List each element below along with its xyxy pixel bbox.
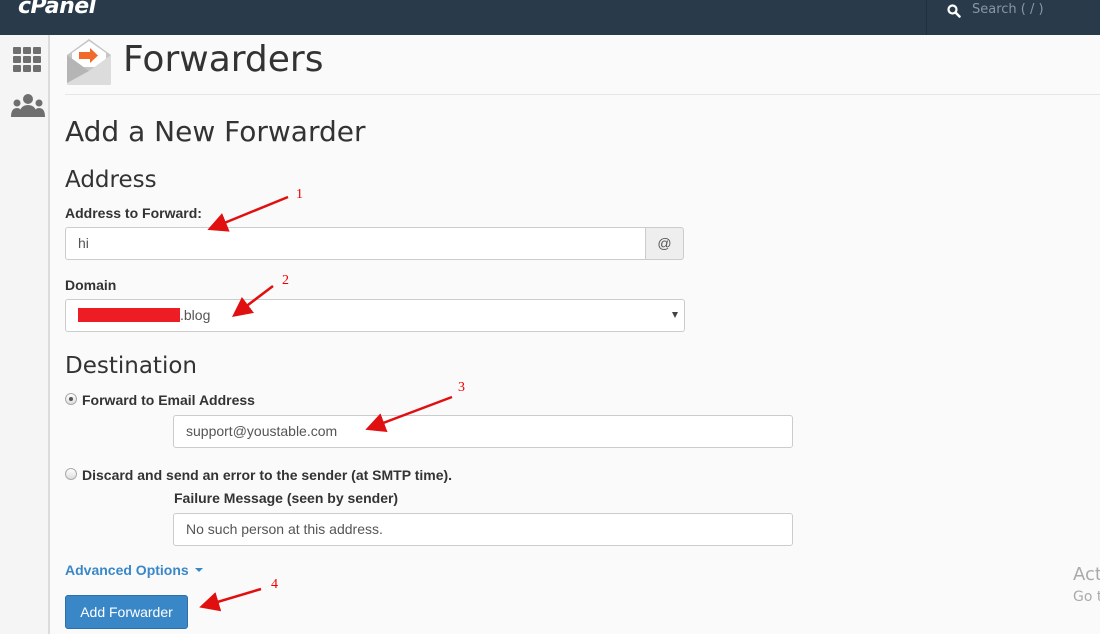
sidebar xyxy=(0,35,50,634)
domain-select[interactable]: .blog xyxy=(65,299,685,332)
failure-message-label: Failure Message (seen by sender) xyxy=(174,490,399,506)
address-to-forward-label: Address to Forward: xyxy=(65,205,202,221)
cpanel-logo[interactable]: cPanel xyxy=(18,0,96,19)
annotation-number-1: 1 xyxy=(296,187,303,202)
discard-option-label[interactable]: Discard and send an error to the sender … xyxy=(82,467,452,483)
caret-down-icon xyxy=(194,568,203,572)
annotation-number-4: 4 xyxy=(271,577,278,592)
grid-icon[interactable] xyxy=(12,46,42,72)
failure-message-input[interactable]: No such person at this address. xyxy=(173,513,793,546)
domain-label: Domain xyxy=(65,277,117,293)
windows-activation-watermark-subtitle: Go t xyxy=(1073,589,1100,605)
dropdown-caret-icon xyxy=(672,312,678,318)
at-sign-addon: @ xyxy=(645,227,684,260)
domain-value-suffix: .blog xyxy=(180,307,211,323)
annotation-number-3: 3 xyxy=(458,380,465,395)
address-to-forward-value: hi xyxy=(78,235,89,251)
top-bar: cPanel Search ( / ) xyxy=(0,0,1100,35)
add-forwarder-button[interactable]: Add Forwarder xyxy=(65,595,188,629)
windows-activation-watermark-title: Act xyxy=(1073,564,1100,585)
failure-message-value: No such person at this address. xyxy=(186,521,383,537)
discard-radio[interactable] xyxy=(65,468,77,480)
forward-to-email-label[interactable]: Forward to Email Address xyxy=(82,392,255,408)
annotation-number-2: 2 xyxy=(282,273,289,288)
forward-email-input[interactable]: support@youstable.com xyxy=(173,415,793,448)
users-icon[interactable] xyxy=(10,93,46,119)
forward-email-value: support@youstable.com xyxy=(186,423,338,439)
address-to-forward-input[interactable]: hi xyxy=(65,227,646,260)
page-title: Forwarders xyxy=(123,39,324,80)
forwarders-envelope-icon xyxy=(67,39,111,85)
search-icon xyxy=(947,4,961,18)
forward-to-email-radio[interactable] xyxy=(65,393,77,405)
address-section-heading: Address xyxy=(65,167,157,193)
search-box[interactable]: Search ( / ) xyxy=(926,0,1100,35)
redacted-domain-block xyxy=(78,308,180,322)
advanced-options-label: Advanced Options xyxy=(65,562,189,578)
destination-section-heading: Destination xyxy=(65,353,197,379)
advanced-options-toggle[interactable]: Advanced Options xyxy=(65,562,203,578)
search-placeholder[interactable]: Search ( / ) xyxy=(972,2,1044,17)
form-heading: Add a New Forwarder xyxy=(65,115,366,148)
main-content: Forwarders Add a New Forwarder Address A… xyxy=(50,35,1100,634)
page-header: Forwarders xyxy=(65,35,1100,95)
